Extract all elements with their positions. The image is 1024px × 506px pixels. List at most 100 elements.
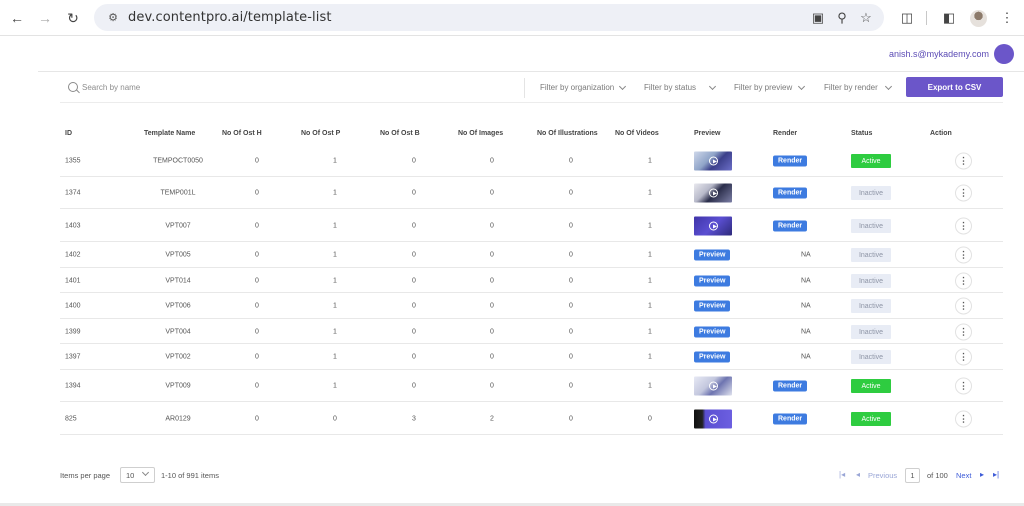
browser-menu-icon[interactable]: ⋮ <box>998 9 1016 27</box>
first-page-icon[interactable]: |◂ <box>839 470 845 479</box>
render-button[interactable]: Render <box>773 220 808 232</box>
items-per-page-select[interactable]: 10 <box>120 467 155 483</box>
render-na-text: NA <box>801 302 811 310</box>
row-actions-menu-button[interactable]: ⋮ <box>955 152 972 170</box>
user-avatar[interactable] <box>994 44 1014 64</box>
render-button[interactable]: Render <box>773 413 808 425</box>
row-actions-menu-button[interactable]: ⋮ <box>955 348 972 366</box>
cell-videos: 1 <box>648 382 652 390</box>
cell-ost-p: 1 <box>333 222 337 230</box>
preview-thumbnail[interactable] <box>694 183 732 203</box>
filter-status-dropdown[interactable]: Filter by status <box>644 82 717 92</box>
cell-template-name: VPT006 <box>165 302 191 310</box>
column-header-ost-p[interactable]: No Of Ost P <box>301 130 340 137</box>
cell-videos: 1 <box>648 157 652 165</box>
status-badge: Active <box>851 412 891 426</box>
cell-ost-p: 1 <box>333 353 337 361</box>
preview-thumbnail[interactable] <box>694 151 732 171</box>
cell-ost-h: 0 <box>255 189 259 197</box>
cell-ost-h: 0 <box>255 353 259 361</box>
cell-template-name: VPT007 <box>165 222 191 230</box>
column-header-ost-h[interactable]: No Of Ost H <box>222 130 262 137</box>
column-header-render: Render <box>773 130 798 137</box>
site-settings-icon[interactable]: ⚙ <box>106 10 120 24</box>
cell-illustrations: 0 <box>569 415 573 423</box>
row-actions-menu-button[interactable]: ⋮ <box>955 217 972 235</box>
next-page-button[interactable]: Next <box>956 471 971 480</box>
row-actions-menu-button[interactable]: ⋮ <box>955 184 972 202</box>
page-number-input[interactable]: 1 <box>905 468 920 483</box>
column-header-template-name[interactable]: Template Name <box>144 130 195 137</box>
last-page-icon[interactable]: ▸| <box>993 470 999 479</box>
cell-images: 0 <box>490 277 494 285</box>
preview-button[interactable]: Preview <box>694 300 731 312</box>
filter-render-dropdown[interactable]: Filter by render <box>824 82 892 92</box>
row-actions-menu-button[interactable]: ⋮ <box>955 297 972 315</box>
preview-thumbnail[interactable] <box>694 409 732 429</box>
more-vertical-icon: ⋮ <box>959 187 968 198</box>
row-actions-menu-button[interactable]: ⋮ <box>955 377 972 395</box>
install-app-icon[interactable]: ▣ <box>810 10 826 26</box>
toolbar-divider <box>926 11 927 25</box>
cell-ost-b: 0 <box>412 302 416 310</box>
back-arrow-icon[interactable]: ← <box>8 9 26 27</box>
bookmark-star-icon[interactable]: ☆ <box>858 10 874 26</box>
column-header-videos[interactable]: No Of Videos <box>615 130 659 137</box>
previous-chevron-icon[interactable]: ◂ <box>856 470 860 479</box>
cell-template-name: VPT005 <box>165 251 191 259</box>
browser-profile-avatar[interactable] <box>970 10 987 27</box>
cell-illustrations: 0 <box>569 382 573 390</box>
cell-videos: 1 <box>648 328 652 336</box>
render-button[interactable]: Render <box>773 187 808 199</box>
cell-ost-b: 0 <box>412 157 416 165</box>
cell-template-name: VPT004 <box>165 328 191 336</box>
cell-template-name: TEMPOCT0050 <box>153 157 203 165</box>
filter-separator <box>524 78 525 98</box>
cell-images: 2 <box>490 415 494 423</box>
url-text[interactable]: dev.contentpro.ai/template-list <box>128 10 332 25</box>
row-actions-menu-button[interactable]: ⋮ <box>955 410 972 428</box>
column-header-illustrations[interactable]: No Of Illustrations <box>537 130 598 137</box>
cell-ost-p: 1 <box>333 328 337 336</box>
address-bar[interactable]: ⚙ dev.contentpro.ai/template-list ▣ ⚲ ☆ <box>94 4 884 31</box>
status-badge: Inactive <box>851 299 891 313</box>
preview-button[interactable]: Preview <box>694 326 731 338</box>
cell-id: 1401 <box>65 277 81 285</box>
filter-organization-dropdown[interactable]: Filter by organization <box>540 82 627 92</box>
column-header-status[interactable]: Status <box>851 130 872 137</box>
column-header-images[interactable]: No Of Images <box>458 130 503 137</box>
zoom-icon[interactable]: ⚲ <box>834 10 850 26</box>
status-badge: Inactive <box>851 186 891 200</box>
cell-ost-h: 0 <box>255 328 259 336</box>
cell-ost-p: 1 <box>333 277 337 285</box>
search-icon <box>68 82 78 92</box>
render-button[interactable]: Render <box>773 155 808 167</box>
cell-videos: 1 <box>648 251 652 259</box>
preview-thumbnail[interactable] <box>694 376 732 396</box>
forward-arrow-icon[interactable]: → <box>36 9 54 27</box>
row-actions-menu-button[interactable]: ⋮ <box>955 272 972 290</box>
preview-button[interactable]: Preview <box>694 275 731 287</box>
status-badge: Active <box>851 379 891 393</box>
preview-button[interactable]: Preview <box>694 351 731 363</box>
row-actions-menu-button[interactable]: ⋮ <box>955 246 972 264</box>
reload-icon[interactable]: ↻ <box>64 9 82 27</box>
search-input[interactable] <box>82 80 502 94</box>
play-icon <box>709 188 718 198</box>
filter-preview-dropdown[interactable]: Filter by preview <box>734 82 806 92</box>
cell-id: 1403 <box>65 222 81 230</box>
column-header-id[interactable]: ID <box>65 130 72 137</box>
preview-thumbnail[interactable] <box>694 216 732 236</box>
render-button[interactable]: Render <box>773 380 808 392</box>
cell-ost-b: 0 <box>412 353 416 361</box>
status-badge: Inactive <box>851 325 891 339</box>
row-actions-menu-button[interactable]: ⋮ <box>955 323 972 341</box>
preview-button[interactable]: Preview <box>694 249 731 261</box>
next-chevron-icon[interactable]: ▸ <box>980 470 984 479</box>
extensions-puzzle-icon[interactable]: ◫ <box>898 9 916 27</box>
cell-ost-b: 3 <box>412 415 416 423</box>
export-csv-button[interactable]: Export to CSV <box>906 77 1003 97</box>
side-panel-icon[interactable]: ◧ <box>940 9 958 27</box>
column-header-ost-b[interactable]: No Of Ost B <box>380 130 420 137</box>
previous-page-button[interactable]: Previous <box>868 471 897 480</box>
